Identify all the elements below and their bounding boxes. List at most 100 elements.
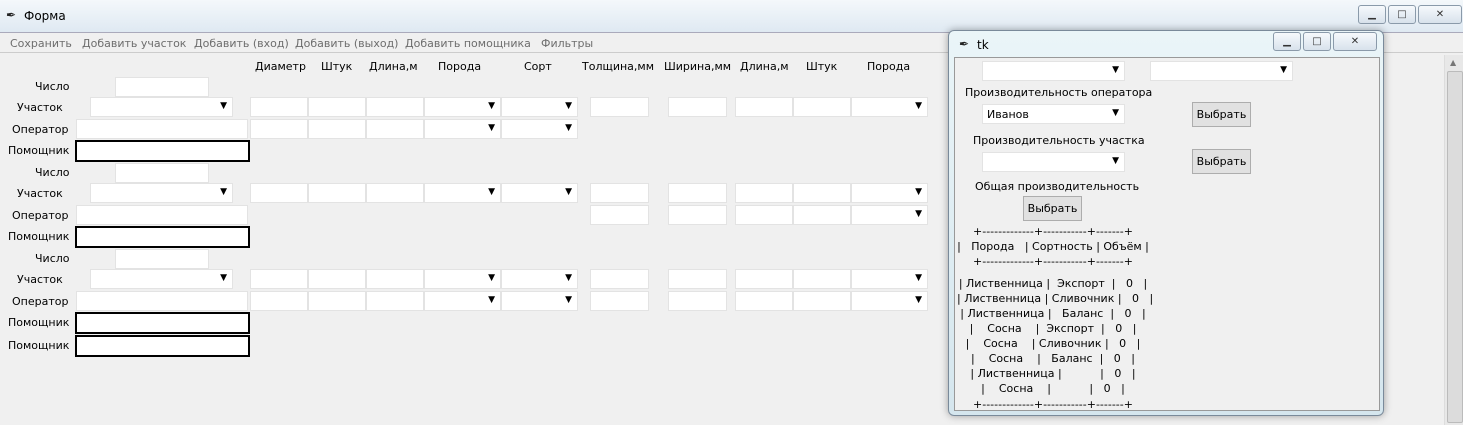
choose-total-button[interactable]: Выбрать xyxy=(1023,196,1082,221)
section-combo[interactable]: ▼ xyxy=(982,152,1125,172)
entry-field[interactable] xyxy=(793,97,851,117)
entry-field[interactable] xyxy=(308,119,366,139)
entry-field[interactable] xyxy=(590,97,649,117)
helper-label: Помощник xyxy=(8,316,70,329)
window-title: Форма xyxy=(24,9,66,23)
entry-field[interactable] xyxy=(250,183,308,203)
filter-combo-2[interactable]: ▼ xyxy=(1150,61,1293,81)
combo-field[interactable]: ▼ xyxy=(501,97,578,117)
menu-item[interactable]: Сохранить xyxy=(10,37,72,50)
entry-field[interactable] xyxy=(793,269,851,289)
entry-field[interactable] xyxy=(793,291,851,311)
entry-field[interactable] xyxy=(668,183,727,203)
menu-item[interactable]: Добавить (вход) xyxy=(194,37,289,50)
number-entry[interactable] xyxy=(115,163,209,183)
entry-field[interactable] xyxy=(308,97,366,117)
combo-field[interactable]: ▼ xyxy=(501,119,578,139)
entry-field[interactable] xyxy=(250,97,308,117)
combo-field[interactable]: ▼ xyxy=(501,291,578,311)
entry-field[interactable] xyxy=(590,205,649,225)
choose-operator-button[interactable]: Выбрать xyxy=(1192,102,1251,127)
entry-field[interactable] xyxy=(590,183,649,203)
entry-field[interactable] xyxy=(308,269,366,289)
chevron-down-icon: ▼ xyxy=(488,295,495,305)
entry-field[interactable] xyxy=(793,205,851,225)
choose-section-button[interactable]: Выбрать xyxy=(1192,149,1251,174)
number-label: Число xyxy=(35,252,70,265)
combo-field[interactable]: ▼ xyxy=(851,291,928,311)
combo-field[interactable]: ▼ xyxy=(424,97,501,117)
maximize-button[interactable]: □ xyxy=(1388,5,1416,24)
entry-field[interactable] xyxy=(735,291,793,311)
entry-field[interactable] xyxy=(308,183,366,203)
tk-close-button[interactable]: ✕ xyxy=(1333,32,1377,51)
scroll-up-icon[interactable]: ▲ xyxy=(1450,58,1456,67)
menu-item[interactable]: Добавить участок xyxy=(82,37,186,50)
entry-field[interactable] xyxy=(590,269,649,289)
table-line: | Сосна | | 0 | xyxy=(981,382,1125,395)
tk-window: ✒ tk ▁ □ ✕ ▼ ▼ Производительность операт… xyxy=(948,30,1384,416)
combo-field[interactable]: ▼ xyxy=(851,183,928,203)
number-entry[interactable] xyxy=(115,249,209,269)
close-button[interactable]: ✕ xyxy=(1418,5,1462,24)
entry-field[interactable] xyxy=(735,97,793,117)
operator-entry[interactable] xyxy=(76,205,248,225)
vertical-scrollbar[interactable]: ▲ xyxy=(1444,55,1463,425)
combo-field[interactable]: ▼ xyxy=(424,269,501,289)
entry-field[interactable] xyxy=(590,291,649,311)
entry-field[interactable] xyxy=(735,183,793,203)
helper-entry[interactable] xyxy=(75,312,250,334)
entry-field[interactable] xyxy=(366,97,424,117)
combo-field[interactable]: ▼ xyxy=(501,269,578,289)
chevron-down-icon: ▼ xyxy=(220,187,227,197)
filter-combo-1[interactable]: ▼ xyxy=(982,61,1125,81)
section-combo[interactable]: ▼ xyxy=(90,269,233,289)
scroll-thumb[interactable] xyxy=(1447,71,1463,423)
entry-field[interactable] xyxy=(735,205,793,225)
menu-item[interactable]: Добавить помощника xyxy=(405,37,531,50)
operator-entry[interactable] xyxy=(76,119,248,139)
combo-field[interactable]: ▼ xyxy=(424,183,501,203)
column-header: Сорт xyxy=(524,60,552,73)
entry-field[interactable] xyxy=(668,291,727,311)
tk-maximize-button[interactable]: □ xyxy=(1303,32,1331,51)
entry-field[interactable] xyxy=(250,269,308,289)
helper-entry[interactable] xyxy=(75,140,250,162)
operator-combo[interactable]: Иванов ▼ xyxy=(982,104,1125,124)
entry-field[interactable] xyxy=(250,119,308,139)
entry-field[interactable] xyxy=(668,269,727,289)
entry-field[interactable] xyxy=(366,183,424,203)
entry-field[interactable] xyxy=(793,183,851,203)
section-combo[interactable]: ▼ xyxy=(90,183,233,203)
helper-entry[interactable] xyxy=(75,226,250,248)
entry-field[interactable] xyxy=(668,205,727,225)
combo-field[interactable]: ▼ xyxy=(851,205,928,225)
column-header: Диаметр xyxy=(255,60,306,73)
combo-field[interactable]: ▼ xyxy=(501,183,578,203)
section-combo[interactable]: ▼ xyxy=(90,97,233,117)
column-header: Длина,м xyxy=(740,60,789,73)
chevron-down-icon: ▼ xyxy=(1280,65,1287,75)
table-line: | Лиственница | | 0 | xyxy=(970,367,1136,380)
combo-field[interactable]: ▼ xyxy=(424,119,501,139)
combo-field[interactable]: ▼ xyxy=(851,269,928,289)
column-header: Толщина,мм xyxy=(582,60,655,73)
combo-field[interactable]: ▼ xyxy=(851,97,928,117)
number-entry[interactable] xyxy=(115,77,209,97)
entry-field[interactable] xyxy=(308,291,366,311)
table-line: +-------------+-----------+-------+ xyxy=(973,398,1133,411)
section-perf-label: Производительность участка xyxy=(973,134,1145,147)
combo-field[interactable]: ▼ xyxy=(424,291,501,311)
tk-minimize-button[interactable]: ▁ xyxy=(1273,32,1301,51)
entry-field[interactable] xyxy=(366,269,424,289)
helper-entry[interactable] xyxy=(75,335,250,357)
menu-item[interactable]: Добавить (выход) xyxy=(295,37,398,50)
minimize-button[interactable]: ▁ xyxy=(1358,5,1386,24)
entry-field[interactable] xyxy=(668,97,727,117)
entry-field[interactable] xyxy=(735,269,793,289)
entry-field[interactable] xyxy=(250,291,308,311)
menu-item[interactable]: Фильтры xyxy=(541,37,593,50)
entry-field[interactable] xyxy=(366,291,424,311)
operator-entry[interactable] xyxy=(76,291,248,311)
entry-field[interactable] xyxy=(366,119,424,139)
